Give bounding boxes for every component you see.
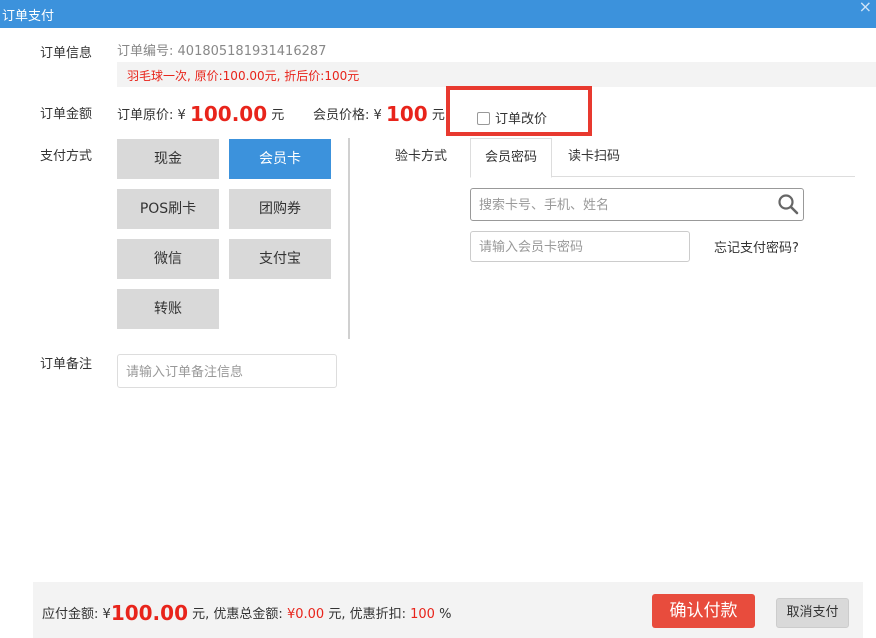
unit-separator: 元,: [192, 607, 210, 622]
original-price-value: 100.00: [189, 102, 268, 126]
change-price-checkbox[interactable]: 订单改价: [477, 108, 547, 127]
original-price-label: 订单原价:: [117, 108, 174, 123]
order-note-input[interactable]: [124, 362, 328, 382]
discount-total-value: ¥0.00: [286, 607, 325, 622]
order-description: 羽毛球一次, 原价:100.00元, 折后价:100元: [127, 69, 360, 83]
card-password-input[interactable]: [477, 237, 681, 257]
pay-method-member-card[interactable]: 会员卡: [229, 139, 331, 179]
tab-card-scan[interactable]: 读卡扫码: [552, 138, 636, 176]
confirm-payment-button[interactable]: 确认付款: [652, 594, 755, 628]
payable-value: 100.00: [110, 601, 188, 625]
percent-sign: %: [439, 607, 452, 622]
tab-member-password[interactable]: 会员密码: [470, 138, 552, 178]
order-number: 订单编号: 401805181931416287: [117, 40, 326, 59]
member-search-field[interactable]: [470, 188, 804, 221]
payable-label: 应付金额:: [42, 607, 99, 622]
cancel-payment-button[interactable]: 取消支付: [776, 598, 849, 628]
member-search-input[interactable]: [477, 194, 771, 216]
order-description-bar: 羽毛球一次, 原价:100.00元, 折后价:100元: [117, 62, 876, 87]
order-number-label: 订单编号:: [117, 44, 174, 59]
order-number-value: 401805181931416287: [177, 44, 327, 59]
pay-method-wechat[interactable]: 微信: [117, 239, 219, 279]
payment-method-label: 支付方式: [40, 149, 93, 164]
pay-method-alipay[interactable]: 支付宝: [229, 239, 331, 279]
verify-method-label: 验卡方式: [395, 149, 448, 164]
payment-summary: 应付金额: ¥100.00 元, 优惠总金额: ¥0.00 元, 优惠折扣: 1…: [42, 601, 451, 625]
original-price: 订单原价: ¥ 100.00 元: [117, 102, 284, 126]
vertical-divider: [348, 138, 350, 339]
payment-footer: 应付金额: ¥100.00 元, 优惠总金额: ¥0.00 元, 优惠折扣: 1…: [33, 582, 863, 638]
pay-method-group-coupon[interactable]: 团购券: [229, 189, 331, 229]
pay-method-pos[interactable]: POS刷卡: [117, 189, 219, 229]
currency-symbol: ¥: [102, 607, 111, 622]
order-info-label: 订单信息: [40, 46, 93, 61]
currency-symbol: ¥: [177, 108, 186, 123]
title-bar: 订单支付 ×: [0, 0, 876, 28]
checkbox-icon[interactable]: [477, 112, 490, 125]
order-note-field[interactable]: [117, 354, 337, 388]
member-price-label: 会员价格:: [313, 108, 370, 123]
member-price-value: 100: [385, 102, 428, 126]
discount-rate-label: 优惠折扣:: [349, 607, 406, 622]
window-title: 订单支付: [2, 9, 55, 24]
price-unit: 元: [431, 108, 445, 123]
order-amount-label: 订单金额: [40, 107, 93, 122]
change-price-label: 订单改价: [495, 112, 548, 127]
member-price: 会员价格: ¥ 100 元: [313, 102, 445, 126]
pay-method-cash[interactable]: 现金: [117, 139, 219, 179]
pay-method-transfer[interactable]: 转账: [117, 289, 219, 329]
price-unit: 元: [271, 108, 285, 123]
discount-rate-value: 100: [410, 607, 435, 622]
currency-symbol: ¥: [373, 108, 382, 123]
card-password-field[interactable]: [470, 231, 690, 262]
discount-total-label: 优惠总金额:: [213, 607, 283, 622]
unit-separator: 元,: [328, 607, 346, 622]
order-note-label: 订单备注: [40, 357, 93, 372]
close-icon[interactable]: ×: [859, 0, 872, 16]
forgot-password-link[interactable]: 忘记支付密码?: [714, 237, 799, 256]
search-icon[interactable]: [777, 193, 799, 215]
